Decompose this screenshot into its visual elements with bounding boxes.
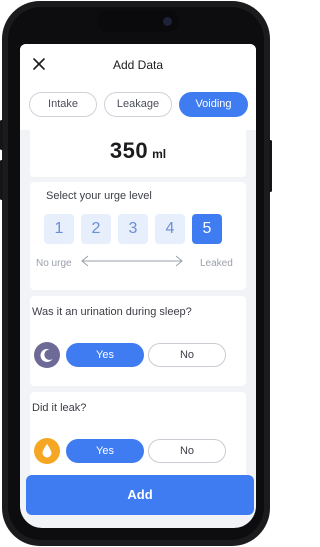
- camera: [163, 17, 172, 26]
- sleep-no-button[interactable]: No: [148, 343, 226, 367]
- leak-no-button[interactable]: No: [148, 439, 226, 463]
- urge-level-3[interactable]: 3: [118, 214, 148, 244]
- side-button: [0, 120, 3, 150]
- page-title: Add Data: [112, 58, 164, 72]
- urge-label: Select your urge level: [46, 190, 152, 202]
- sleep-card: Was it an urination during sleep? Yes No: [30, 296, 246, 386]
- leak-yes-button[interactable]: Yes: [66, 439, 144, 463]
- tab-leakage[interactable]: Leakage: [104, 92, 172, 117]
- urge-level-1[interactable]: 1: [44, 214, 74, 244]
- urge-level-5[interactable]: 5: [192, 214, 222, 244]
- add-button[interactable]: Add: [26, 475, 254, 515]
- side-button: [269, 140, 272, 192]
- tab-intake[interactable]: Intake: [29, 92, 97, 117]
- volume-unit: ml: [152, 147, 167, 161]
- sleep-yes-button[interactable]: Yes: [66, 343, 144, 367]
- droplet-icon: [34, 438, 60, 464]
- header: Add Data Intake Leakage Voiding: [20, 44, 256, 130]
- tab-voiding[interactable]: Voiding: [179, 92, 248, 117]
- urge-card: Select your urge level 1 2 3 4 5 No urge…: [30, 182, 246, 290]
- urge-level-4[interactable]: 4: [155, 214, 185, 244]
- leak-question: Did it leak?: [32, 402, 87, 414]
- side-button: [0, 160, 3, 200]
- sleep-question: Was it an urination during sleep?: [32, 306, 192, 318]
- volume-display[interactable]: 350 ml: [30, 138, 246, 164]
- urge-max-label: Leaked: [200, 258, 233, 269]
- moon-icon: [34, 342, 60, 368]
- double-arrow-icon: [81, 255, 183, 267]
- urge-level-2[interactable]: 2: [81, 214, 111, 244]
- urge-min-label: No urge: [36, 258, 72, 269]
- volume-card: 350 ml: [30, 130, 246, 177]
- leak-card: Did it leak? Yes No: [30, 392, 246, 478]
- tab-bar: Intake Leakage Voiding: [29, 92, 248, 117]
- volume-value: 350: [109, 138, 149, 163]
- app-screen: Add Data Intake Leakage Voiding 350 ml Se…: [20, 44, 256, 528]
